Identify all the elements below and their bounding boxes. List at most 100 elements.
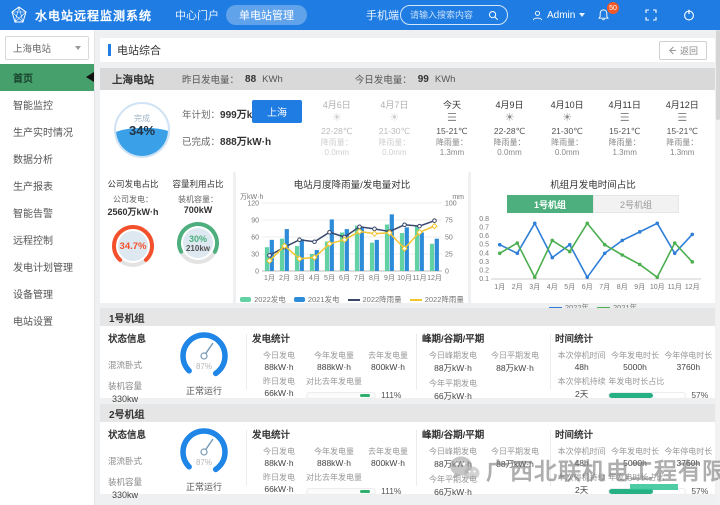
monthly-combo-chart: 万kW·hmm030609012002550751001月2月3月4月5月6月7… [236, 191, 468, 291]
legend-item[interactable]: 2022降雨量 [348, 294, 402, 305]
today-value: 99 [418, 74, 429, 85]
sidebar-item-alerts[interactable]: 智能告警 [0, 199, 94, 226]
sun-icon: ☀ [332, 112, 342, 125]
station-select[interactable]: 上海电站 [5, 36, 89, 60]
sidebar-item-analysis[interactable]: 数据分析 [0, 145, 94, 172]
svg-text:75: 75 [445, 218, 453, 225]
app-title: 水电站远程监测系统 [35, 7, 152, 24]
ratio-panel: 公司发电占比 公司发电： 2560万kW·h 34.7% 容量利用占比 装机容量… [100, 172, 233, 303]
title-accent-bar [108, 44, 111, 56]
sidebar-item-remote-control[interactable]: 远程控制 [0, 226, 94, 253]
svg-text:0: 0 [255, 269, 259, 276]
svg-text:1月: 1月 [264, 274, 275, 282]
search-box[interactable] [400, 5, 508, 25]
search-input[interactable] [410, 10, 488, 20]
svg-text:100: 100 [445, 201, 457, 208]
sidebar-item-equipment[interactable]: 设备管理 [0, 280, 94, 307]
weather-day: 4月6日 ☀ 22-28℃ 降雨量：0.0mm [308, 96, 366, 168]
sidebar-item-label: 智能告警 [13, 205, 53, 220]
user-icon [532, 10, 543, 21]
tab-unit-1[interactable]: 1号机组 [507, 195, 593, 213]
sun-icon: ☀ [562, 112, 572, 125]
monthly-chart-legend: 2022发电 2021发电 2022降雨量 2022降雨量 [236, 294, 468, 305]
notifications-button[interactable]: 50 [597, 0, 617, 30]
vertical-scrollbar[interactable] [716, 30, 720, 505]
haze-icon: ☰ [447, 112, 457, 125]
svg-text:0.7: 0.7 [479, 225, 489, 232]
svg-text:6月: 6月 [339, 274, 350, 282]
yesterday-label: 昨日发电量： [182, 72, 239, 86]
svg-text:4月: 4月 [309, 274, 320, 282]
user-menu[interactable]: Admin [532, 0, 585, 30]
compare-progress [306, 392, 376, 399]
nav-mobile-label[interactable]: 手机端 [366, 0, 399, 30]
svg-text:7月: 7月 [599, 283, 610, 291]
fullscreen-button[interactable] [645, 0, 657, 30]
svg-text:2月: 2月 [279, 274, 290, 282]
unit1-header: 1号机组 [100, 308, 715, 326]
sidebar-item-reports[interactable]: 生产报表 [0, 172, 94, 199]
sidebar-item-home[interactable]: 首页 [0, 64, 94, 91]
unit-line-chart: 0.10.20.30.40.50.60.70.81月2月3月4月5月6月7月8月… [471, 213, 709, 299]
unit2-status: 状态信息 混流卧式 装机容量330kw [108, 427, 166, 500]
station-name: 上海电站 [112, 72, 154, 87]
unit2-generation: 发电统计 今日发电88kW·h 今年发电量888kW·h 去年发电量800kW·… [252, 427, 414, 496]
legend-item[interactable]: 2021发电 [294, 294, 340, 305]
user-name: Admin [547, 10, 575, 21]
sidebar-item-monitoring[interactable]: 智能监控 [0, 91, 94, 118]
completion-liquid-gauge: 完成 34% [114, 102, 170, 158]
svg-text:2月: 2月 [512, 283, 523, 291]
svg-text:3月: 3月 [529, 283, 540, 291]
svg-text:0: 0 [445, 269, 449, 276]
sidebar-item-label: 生产实时情况 [13, 124, 73, 139]
back-button[interactable]: 返回 [659, 41, 707, 60]
svg-text:5月: 5月 [564, 283, 575, 291]
nav-center-portal[interactable]: 中心门户 [175, 0, 219, 30]
sidebar-item-label: 生产报表 [13, 178, 53, 193]
weather-day: 4月9日 ☀ 22-28℃ 降雨量：0.0mm [481, 96, 539, 168]
notification-badge: 50 [607, 2, 619, 14]
tab-unit-2[interactable]: 2号机组 [593, 195, 679, 213]
svg-text:50: 50 [445, 235, 453, 242]
svg-text:120: 120 [247, 201, 259, 208]
nav-single-station[interactable]: 单电站管理 [226, 5, 307, 25]
svg-text:10月: 10月 [397, 274, 412, 282]
svg-text:11月: 11月 [412, 274, 426, 282]
overview-panel: 完成 34% 年计划：999万kW·h 已完成：888万kW·h 上海 4月6日… [100, 90, 715, 172]
legend-item[interactable]: 2022发电 [240, 294, 286, 305]
unit-time-panel: 机组月发电时间占比 1号机组 2号机组 0.10.20.30.40.50.60.… [471, 172, 715, 303]
unit1-time: 时间统计 本次停机时间48h 今年发电时长5000h 今年停电时长3760h 本… [555, 331, 715, 400]
gauge-value: 34% [116, 123, 168, 138]
sun-icon: ☀ [505, 112, 515, 125]
svg-text:0.2: 0.2 [479, 267, 489, 274]
legend-item[interactable]: 2022降雨量 [410, 294, 464, 305]
logout-button[interactable] [683, 0, 695, 30]
top-header: 水电站远程监测系统 中心门户 单电站管理 手机端 Admin 50 [0, 0, 720, 30]
sidebar-item-realtime[interactable]: 生产实时情况 [0, 118, 94, 145]
svg-text:10月: 10月 [650, 283, 665, 291]
weather-day-today: 今天 ☰ 15-21℃ 降雨量：1.3mm [423, 96, 481, 168]
back-label: 返回 [680, 44, 698, 57]
svg-text:12月: 12月 [685, 283, 700, 291]
sidebar-item-settings[interactable]: 电站设置 [0, 307, 94, 334]
cursor-arrow [86, 72, 94, 82]
chevron-down-icon [579, 13, 585, 17]
sidebar-item-label: 设备管理 [13, 286, 53, 301]
svg-text:0.6: 0.6 [479, 233, 489, 240]
station-stats-bar: 上海电站 昨日发电量： 88 KWh 今日发电量： 99 KWh [100, 68, 715, 90]
chevron-down-icon [75, 46, 81, 50]
city-shanghai-button[interactable]: 上海 [252, 100, 302, 123]
unit2-body: 状态信息 混流卧式 装机容量330kw 87% 正常运行 发电统计 今日发电88… [100, 422, 715, 494]
time-ratio-progress [608, 392, 686, 399]
svg-text:0.8: 0.8 [479, 216, 489, 223]
monthly-chart-panel: 电站月度降雨量/发电量对比 万kW·hmm0306090120025507510… [236, 172, 468, 303]
back-icon [668, 46, 677, 55]
sidebar-item-label: 智能监控 [13, 97, 53, 112]
unit2-time: 时间统计 本次停机时间48h 今年发电时长5000h 今年停电时长3760h 本… [555, 427, 715, 496]
svg-text:11月: 11月 [668, 283, 682, 291]
company-ratio: 公司发电占比 公司发电： 2560万kW·h 34.7% [102, 178, 164, 270]
search-icon[interactable] [488, 10, 499, 21]
today-label: 今日发电量： [355, 72, 412, 86]
sidebar-item-plan-management[interactable]: 发电计划管理 [0, 253, 94, 280]
fullscreen-icon [645, 9, 657, 21]
